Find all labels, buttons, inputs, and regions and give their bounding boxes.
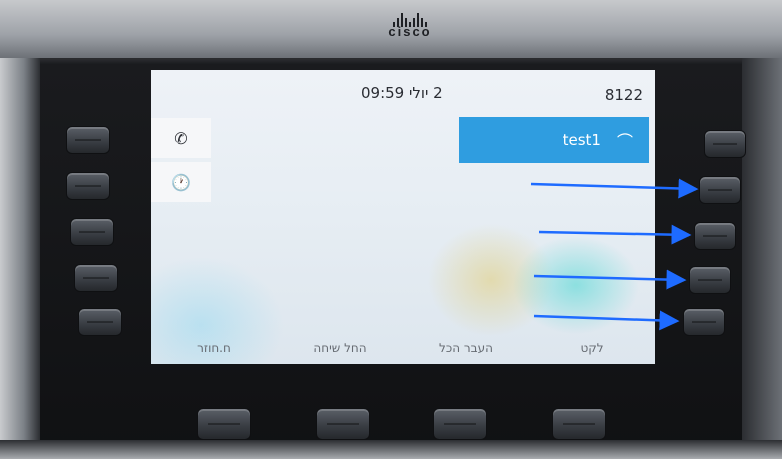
annotation-arrow-1 [530,178,699,199]
annotation-arrow-2 [538,224,692,245]
annotation-arrow-4 [533,310,680,331]
annotation-arrows [530,178,699,331]
annotation-arrow-3 [533,269,687,290]
